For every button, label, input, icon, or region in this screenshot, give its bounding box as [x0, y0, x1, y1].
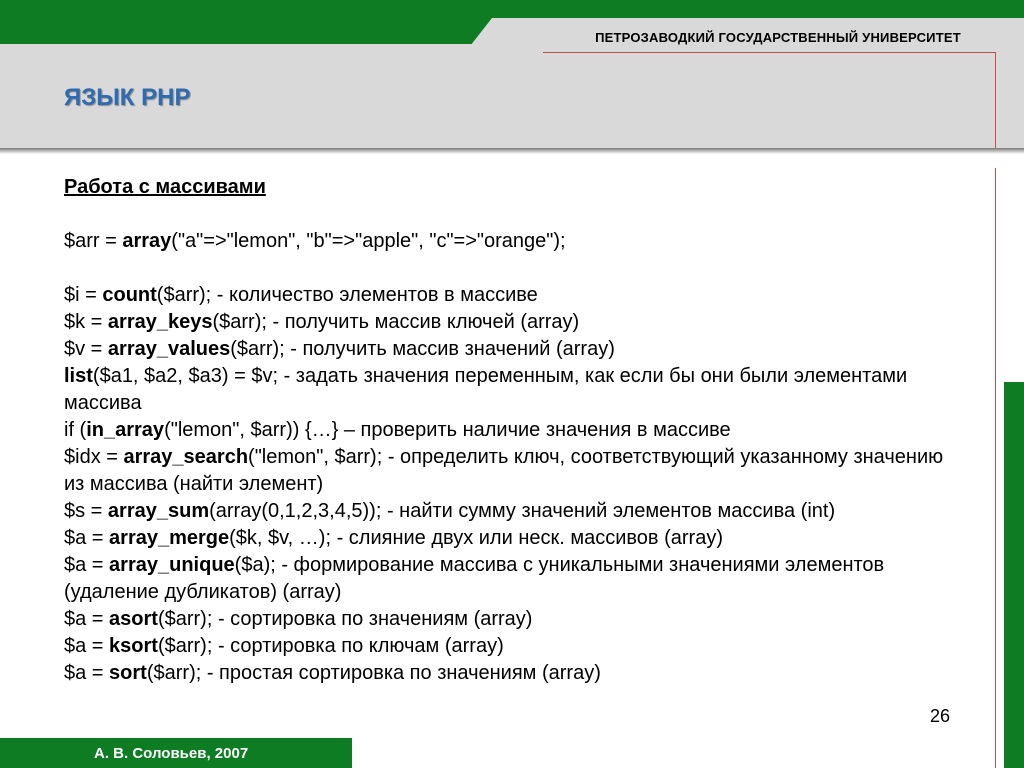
code-line: $a = array_unique($a); - формирование ма… [64, 552, 969, 606]
code-description: ($arr); - количество элементов в массиве [156, 284, 538, 306]
code-prefix: if ( [64, 419, 87, 441]
function-keyword: count [102, 284, 157, 306]
code-description: ("lemon", $arr)) {…} – проверить наличие… [164, 419, 731, 441]
footer-author: А. В. Соловьев, 2007 [94, 745, 249, 762]
header-red-line [543, 52, 996, 53]
code-prefix: $a = [64, 527, 110, 549]
code-prefix: $v = [64, 338, 108, 360]
slide-title: ЯЗЫК PHP [64, 84, 191, 111]
header-red-vertical-line [995, 52, 996, 152]
code-description: ($k, $v, …); - слияние двух или неск. ма… [229, 527, 723, 549]
code-description: (array(0,1,2,3,4,5)); - найти сумму знач… [209, 500, 836, 522]
code-line: $a = sort($arr); - простая сортировка по… [64, 660, 969, 687]
right-red-vertical-line [995, 168, 996, 768]
function-keyword: ksort [109, 635, 158, 657]
slide-content: Работа с массивами $arr = array("a"=>"le… [64, 174, 969, 687]
university-name: ПЕТРОЗАВОДКИЙ ГОСУДАРСТВЕННЫЙ УНИВЕРСИТЕ… [595, 30, 961, 45]
code-prefix: $arr = [64, 230, 123, 252]
function-keyword: in_array [86, 419, 165, 441]
function-keyword: array_merge [109, 527, 230, 549]
function-keyword: sort [109, 662, 147, 684]
function-keyword: array_sum [107, 500, 210, 522]
code-line: $k = array_keys($arr); - получить массив… [64, 309, 969, 336]
function-keyword: asort [109, 608, 158, 630]
code-prefix: $a = [64, 635, 110, 657]
page-number: 26 [930, 706, 951, 726]
function-keyword: array_search [123, 446, 249, 468]
code-description: ($arr); - сортировка по значениям (array… [157, 608, 533, 630]
code-line: if (in_array("lemon", $arr)) {…} – прове… [64, 417, 969, 444]
code-description: ($arr); - сортировка по ключам (array) [157, 635, 504, 657]
code-description: ($arr); - простая сортировка по значения… [146, 662, 601, 684]
code-prefix: $i = [64, 284, 103, 306]
code-line: $a = asort($arr); - сортировка по значен… [64, 606, 969, 633]
code-prefix: $k = [64, 311, 108, 333]
code-description: ($arr); - получить массив значений (arra… [230, 338, 615, 360]
function-keyword: array_keys [107, 311, 213, 333]
title-bar-shadow [0, 148, 1024, 154]
code-prefix: $a = [64, 662, 110, 684]
right-green-band [1004, 382, 1024, 768]
code-line: $a = ksort($arr); - сортировка по ключам… [64, 633, 969, 660]
code-line: $i = count($arr); - количество элементов… [64, 282, 969, 309]
code-description: ($a1, $a2, $a3) = $v; - задать значения … [64, 365, 913, 414]
code-description: ($arr); - получить массив ключей (array) [212, 311, 580, 333]
function-keyword: array [122, 230, 172, 252]
code-description: ("a"=>"lemon", "b"=>"apple", "c"=>"orang… [171, 230, 566, 252]
section-heading: Работа с массивами [64, 176, 266, 198]
code-line: $a = array_merge($k, $v, …); - слияние д… [64, 525, 969, 552]
code-line: $idx = array_search("lemon", $arr); - оп… [64, 444, 969, 498]
code-line: list($a1, $a2, $a3) = $v; - задать значе… [64, 363, 969, 417]
code-prefix: $a = [64, 608, 110, 630]
function-keyword: list [64, 365, 93, 387]
code-prefix: $s = [64, 500, 108, 522]
function-keyword: array_values [107, 338, 231, 360]
code-list: $arr = array("a"=>"lemon", "b"=>"apple",… [64, 228, 969, 687]
function-keyword: array_unique [109, 554, 235, 576]
code-line: $arr = array("a"=>"lemon", "b"=>"apple",… [64, 228, 969, 255]
code-prefix: $a = [64, 554, 110, 576]
code-prefix: $idx = [64, 446, 124, 468]
code-line: $s = array_sum(array(0,1,2,3,4,5)); - на… [64, 498, 969, 525]
code-line: $v = array_values($arr); - получить масс… [64, 336, 969, 363]
